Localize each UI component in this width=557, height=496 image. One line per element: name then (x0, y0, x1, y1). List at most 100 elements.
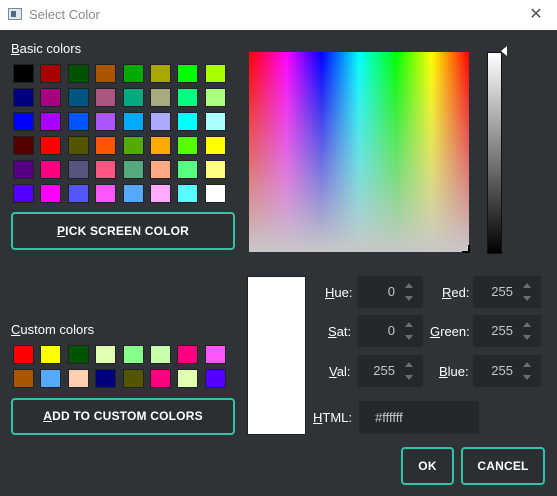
ok-button[interactable]: OK (401, 447, 454, 485)
basic-color-swatch[interactable] (95, 64, 117, 83)
custom-color-swatch[interactable] (122, 368, 144, 388)
basic-color-swatch[interactable] (13, 159, 34, 179)
color-spectrum[interactable] (249, 52, 470, 253)
spin-down-icon[interactable] (523, 335, 531, 340)
basic-color-swatch[interactable] (204, 183, 226, 203)
basic-color-swatch[interactable] (150, 87, 171, 107)
custom-color-swatch[interactable] (95, 368, 117, 388)
custom-color-swatch[interactable] (150, 345, 171, 364)
basic-color-swatch[interactable] (95, 111, 117, 131)
window-title: Select Color (29, 7, 100, 22)
spin-down-icon[interactable] (405, 375, 413, 380)
blue-spinbox[interactable]: 255 (473, 355, 541, 387)
html-color-input[interactable]: #ffffff (359, 401, 479, 434)
cancel-button[interactable]: CANCEL (461, 447, 545, 485)
spin-up-icon[interactable] (523, 283, 531, 288)
title-bar: Select Color ✕ (0, 0, 557, 30)
red-label: Red: (442, 285, 470, 300)
basic-color-swatch[interactable] (40, 111, 62, 131)
custom-color-swatch[interactable] (40, 368, 62, 388)
basic-color-swatch[interactable] (95, 135, 117, 155)
custom-color-swatch[interactable] (177, 345, 199, 364)
basic-color-swatch[interactable] (67, 183, 89, 203)
custom-color-swatch[interactable] (40, 345, 62, 364)
basic-color-swatch[interactable] (177, 64, 199, 83)
green-label: Green: (430, 324, 470, 339)
basic-color-swatch[interactable] (95, 87, 117, 107)
value-slider[interactable] (487, 52, 502, 254)
basic-color-swatch[interactable] (13, 183, 34, 203)
hue-spinbox[interactable]: 0 (357, 276, 423, 308)
green-spinbox[interactable]: 255 (473, 315, 541, 347)
basic-color-swatch[interactable] (150, 64, 171, 83)
basic-color-swatch[interactable] (13, 87, 34, 107)
spin-up-icon[interactable] (523, 362, 531, 367)
basic-color-swatch[interactable] (177, 111, 199, 131)
spin-down-icon[interactable] (405, 335, 413, 340)
spin-up-icon[interactable] (405, 322, 413, 327)
val-spinbox[interactable]: 255 (357, 355, 423, 387)
val-label: Val: (329, 364, 351, 379)
basic-color-swatch[interactable] (40, 87, 62, 107)
custom-color-swatch[interactable] (13, 368, 34, 388)
value-slider-arrow-icon[interactable] (501, 46, 507, 56)
basic-color-swatch[interactable] (13, 111, 34, 131)
basic-color-swatch[interactable] (40, 159, 62, 179)
spin-down-icon[interactable] (405, 296, 413, 301)
custom-color-swatch[interactable] (67, 345, 89, 364)
basic-color-swatch[interactable] (150, 111, 171, 131)
basic-color-swatch[interactable] (177, 87, 199, 107)
custom-color-swatch[interactable] (13, 345, 34, 364)
basic-color-swatch[interactable] (204, 111, 226, 131)
basic-color-swatch[interactable] (40, 183, 62, 203)
basic-color-swatch[interactable] (150, 183, 171, 203)
pick-screen-color-button[interactable]: PICK SCREEN COLOR (11, 212, 235, 250)
basic-color-swatch[interactable] (67, 159, 89, 179)
basic-color-swatch[interactable] (122, 135, 144, 155)
basic-color-swatch[interactable] (150, 135, 171, 155)
basic-color-swatch[interactable] (95, 159, 117, 179)
basic-color-swatch[interactable] (177, 183, 199, 203)
basic-color-swatch[interactable] (67, 87, 89, 107)
custom-color-swatch[interactable] (204, 368, 226, 388)
basic-color-swatch[interactable] (177, 159, 199, 179)
red-spinbox[interactable]: 255 (473, 276, 541, 308)
basic-color-swatch[interactable] (122, 111, 144, 131)
custom-color-swatch[interactable] (150, 368, 171, 388)
spin-down-icon[interactable] (523, 296, 531, 301)
basic-color-swatch[interactable] (13, 135, 34, 155)
basic-color-swatch[interactable] (177, 135, 199, 155)
sat-spinbox[interactable]: 0 (357, 315, 423, 347)
basic-color-swatch[interactable] (150, 159, 171, 179)
color-preview (247, 276, 306, 435)
basic-color-swatch[interactable] (67, 64, 89, 83)
add-to-custom-colors-button[interactable]: ADD TO CUSTOM COLORS (11, 398, 235, 435)
spin-up-icon[interactable] (523, 322, 531, 327)
custom-color-swatch[interactable] (95, 345, 117, 364)
basic-color-swatch[interactable] (122, 87, 144, 107)
basic-colors-label: Basic colors (11, 41, 82, 56)
basic-color-swatch[interactable] (95, 183, 117, 203)
close-icon[interactable]: ✕ (523, 2, 549, 28)
blue-label: Blue: (439, 364, 469, 379)
basic-color-swatch[interactable] (122, 183, 144, 203)
basic-color-swatch[interactable] (67, 111, 89, 131)
custom-color-swatch[interactable] (67, 368, 89, 388)
custom-color-swatch[interactable] (177, 368, 199, 388)
spin-up-icon[interactable] (405, 362, 413, 367)
basic-color-swatch[interactable] (40, 64, 62, 83)
basic-color-swatch[interactable] (122, 64, 144, 83)
basic-color-swatch[interactable] (204, 64, 226, 83)
basic-color-swatch[interactable] (204, 135, 226, 155)
basic-color-swatch[interactable] (122, 159, 144, 179)
custom-color-swatch[interactable] (122, 345, 144, 364)
spin-up-icon[interactable] (405, 283, 413, 288)
basic-color-swatch[interactable] (67, 135, 89, 155)
custom-color-swatch[interactable] (204, 345, 226, 364)
basic-color-swatch[interactable] (40, 135, 62, 155)
basic-color-swatch[interactable] (204, 159, 226, 179)
spectrum-crosshair[interactable] (462, 245, 470, 253)
basic-color-swatch[interactable] (13, 64, 34, 83)
spin-down-icon[interactable] (523, 375, 531, 380)
basic-color-swatch[interactable] (204, 87, 226, 107)
